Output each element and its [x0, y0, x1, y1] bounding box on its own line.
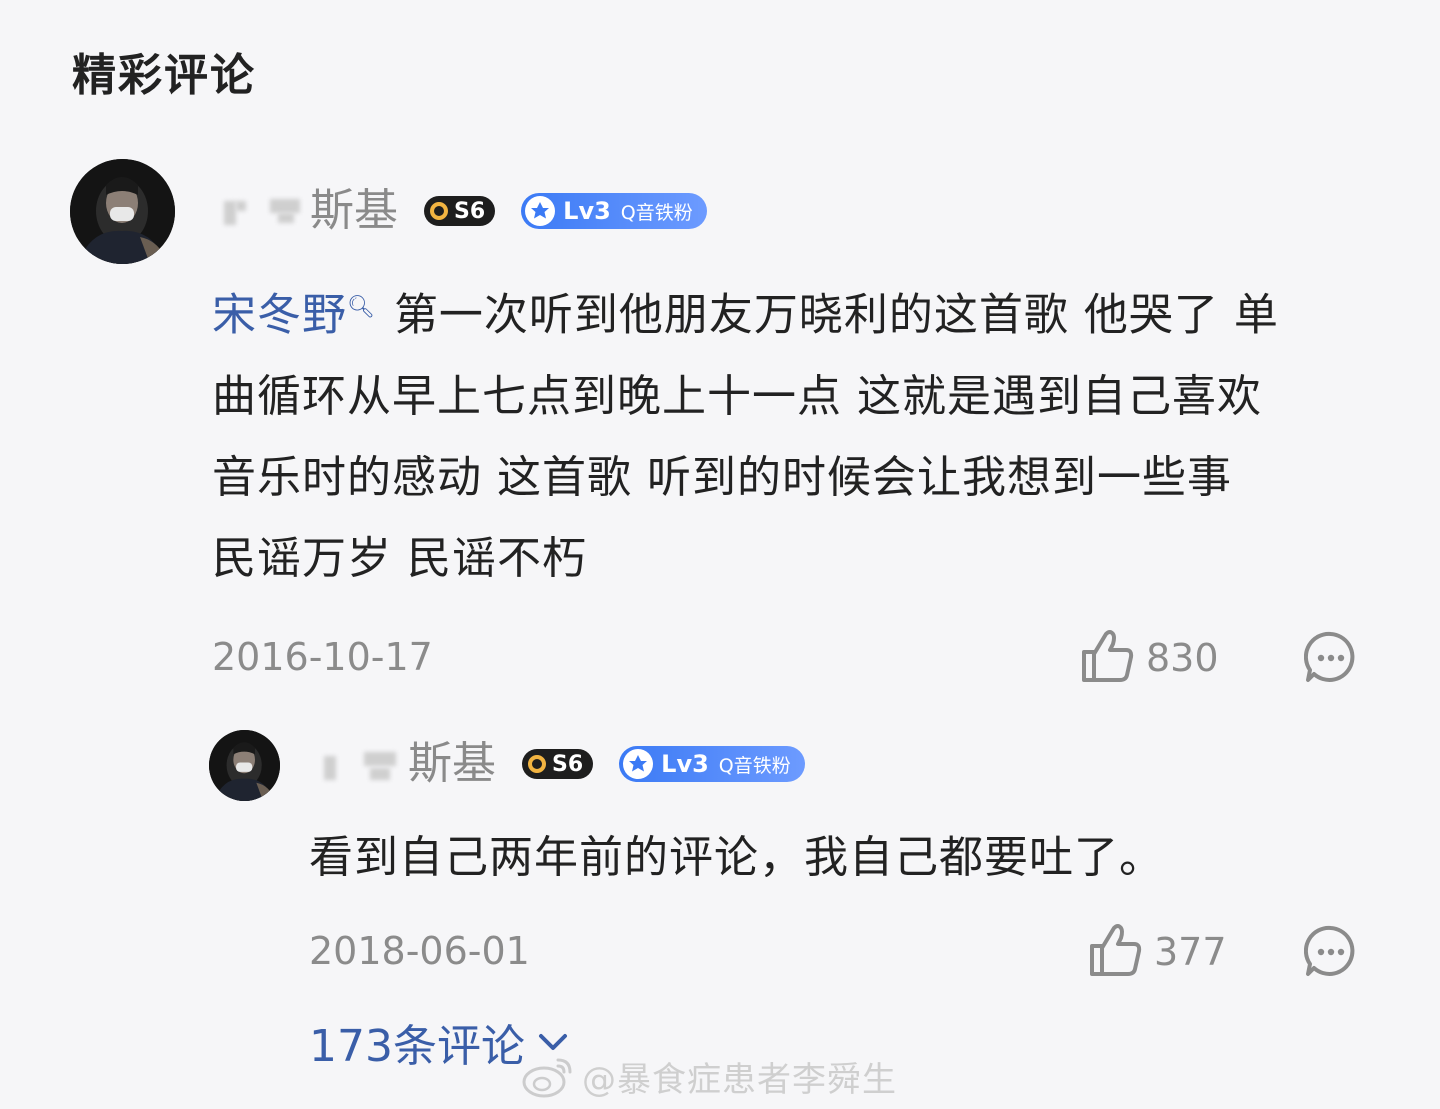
reply-avatar[interactable]: [209, 730, 280, 801]
comment-line: 曲循环从早上七点到晚上十一点 这就是遇到自己喜欢: [212, 370, 1262, 422]
avatar[interactable]: [70, 159, 175, 264]
star-icon: [525, 196, 556, 226]
comment-line: 宋冬野🔍︎ 第一次听到他朋友万晓利的这首歌 他哭了 单: [212, 267, 1392, 356]
avatar-image: [209, 730, 280, 801]
comment-line-text: 第一次听到他朋友万晓利的这首歌 他哭了 单: [393, 289, 1279, 341]
comment-bubble-icon: [1303, 925, 1355, 976]
blurred-name: [222, 189, 308, 233]
weibo-logo-icon: [522, 1058, 572, 1097]
fan-level: Lv3: [661, 750, 709, 778]
comment-line: 音乐时的感动 这首歌 听到的时候会让我想到一些事: [212, 451, 1232, 503]
vip-badge[interactable]: S6: [424, 196, 496, 226]
fan-badge[interactable]: Lv3 Q音铁粉: [619, 746, 805, 782]
comment-line: 民谣万岁 民谣不朽: [212, 532, 587, 584]
comment-body: 宋冬野🔍︎ 第一次听到他朋友万晓利的这首歌 他哭了 单 曲循环从早上七点到晚上十一…: [212, 267, 1392, 599]
reply-author[interactable]: 斯基 S6 Lv3 Q音铁粉: [320, 734, 805, 794]
section-title: 精彩评论: [72, 50, 256, 101]
comment-bubble-icon: [1303, 631, 1355, 682]
vip-level: S6: [552, 751, 584, 777]
vip-ring-icon: [430, 202, 448, 220]
reply-button[interactable]: [1303, 924, 1358, 982]
mention-link[interactable]: 宋冬野: [212, 290, 347, 341]
more-replies-label: 173条评论: [309, 1021, 525, 1072]
watermark-text: @暴食症患者李舜生: [582, 1060, 897, 1100]
vip-level: S6: [454, 198, 486, 224]
blurred-name: [320, 742, 406, 786]
fan-level: Lv3: [563, 197, 611, 225]
reply-button[interactable]: [1303, 630, 1358, 688]
watermark: @暴食症患者李舜生: [520, 1052, 897, 1101]
like-count: 377: [1154, 930, 1227, 974]
vip-badge[interactable]: S6: [522, 749, 594, 779]
reply-body: 看到自己两年前的评论，我自己都要吐了。: [309, 832, 1164, 883]
username[interactable]: 斯基: [408, 734, 496, 794]
vip-ring-icon: [528, 755, 546, 773]
fan-label: Q音铁粉: [718, 754, 791, 777]
fan-label: Q音铁粉: [620, 201, 693, 224]
search-icon[interactable]: 🔍︎: [347, 295, 376, 320]
avatar-image: [70, 159, 175, 264]
thumbs-up-icon: [1080, 628, 1134, 688]
like-button[interactable]: 830: [1080, 628, 1219, 688]
thumbs-up-icon: [1088, 922, 1142, 982]
like-count: 830: [1146, 636, 1219, 680]
like-button[interactable]: 377: [1088, 922, 1227, 982]
star-icon: [623, 749, 654, 779]
fan-badge[interactable]: Lv3 Q音铁粉: [521, 193, 707, 229]
comment-date: 2016-10-17: [212, 635, 433, 679]
chevron-down-icon: [538, 1034, 567, 1050]
comment-author[interactable]: 斯基 S6 Lv3 Q音铁粉: [222, 181, 707, 241]
username[interactable]: 斯基: [310, 181, 398, 241]
reply-date: 2018-06-01: [309, 929, 530, 973]
